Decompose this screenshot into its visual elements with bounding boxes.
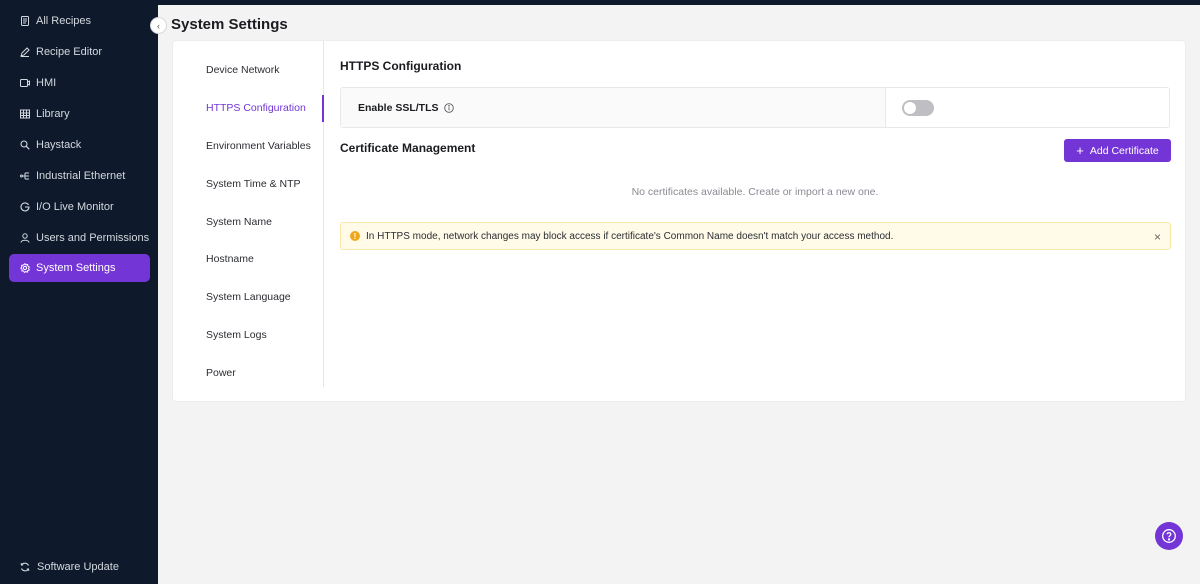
sidebar-item-hmi[interactable]: HMI <box>9 69 150 97</box>
pencil-icon <box>20 47 30 57</box>
sidebar-item-label: Industrial Ethernet <box>36 170 126 182</box>
warning-icon: ! <box>350 231 360 241</box>
warning-text: In HTTPS mode, network changes may block… <box>366 230 894 242</box>
sidebar: All Recipes Recipe Editor HMI Library Ha… <box>0 0 158 584</box>
sidebar-item-label: HMI <box>36 77 57 89</box>
https-section-title: HTTPS Configuration <box>340 59 462 73</box>
sidebar-item-industrial-ethernet[interactable]: Industrial Ethernet <box>9 162 150 190</box>
sidebar-item-library[interactable]: Library <box>9 100 150 128</box>
refresh-icon <box>20 562 30 572</box>
sidebar-item-label: Users and Permissions <box>36 232 150 244</box>
sidebar-item-recipe-editor[interactable]: Recipe Editor <box>9 38 150 66</box>
subnav-item-system-time-ntp[interactable]: System Time & NTP <box>206 178 301 190</box>
sidebar-item-label: System Settings <box>36 262 116 274</box>
help-button[interactable] <box>1155 522 1183 550</box>
subnav-item-environment-variables[interactable]: Environment Variables <box>206 140 311 152</box>
software-update-button[interactable]: Software Update <box>9 553 150 581</box>
add-certificate-button[interactable]: + Add Certificate <box>1064 139 1171 162</box>
ssl-label-cell: Enable SSL/TLS <box>341 88 886 127</box>
sidebar-item-label: All Recipes <box>36 15 92 27</box>
subnav-active-indicator <box>322 95 324 122</box>
search-icon <box>20 140 30 150</box>
plus-icon: + <box>1076 143 1084 158</box>
toggle-knob <box>904 101 916 114</box>
software-update-label: Software Update <box>37 561 119 573</box>
ssl-toggle[interactable] <box>902 99 934 116</box>
settings-card: Device Network HTTPS Configuration Envir… <box>172 40 1186 402</box>
subnav-item-https-configuration[interactable]: HTTPS Configuration <box>206 102 306 114</box>
close-icon[interactable]: × <box>1154 230 1161 244</box>
top-bar <box>158 0 1200 5</box>
subnav-item-system-logs[interactable]: System Logs <box>206 329 267 341</box>
page-title: System Settings <box>171 16 288 33</box>
gear-icon <box>20 263 30 273</box>
https-warning-alert: ! In HTTPS mode, network changes may blo… <box>340 222 1171 250</box>
gauge-icon <box>20 202 30 212</box>
collapse-sidebar-button[interactable]: ‹ <box>150 17 167 34</box>
info-icon[interactable] <box>443 102 454 113</box>
subnav-item-power[interactable]: Power <box>206 367 236 379</box>
sidebar-item-label: Recipe Editor <box>36 46 103 58</box>
sidebar-item-users-and-permissions[interactable]: Users and Permissions <box>9 224 150 252</box>
chevron-left-icon: ‹ <box>157 20 160 31</box>
sidebar-item-label: I/O Live Monitor <box>36 201 114 213</box>
sidebar-item-label: Library <box>36 108 70 120</box>
empty-certificates-text: No certificates available. Create or imp… <box>631 186 879 198</box>
network-icon <box>20 171 30 181</box>
user-icon <box>20 233 30 243</box>
sidebar-item-label: Haystack <box>36 139 82 151</box>
settings-subnav: Device Network HTTPS Configuration Envir… <box>173 41 324 387</box>
ssl-setting-row: Enable SSL/TLS <box>340 87 1170 128</box>
monitor-icon <box>20 78 30 88</box>
sidebar-item-system-settings[interactable]: System Settings <box>9 254 150 282</box>
ssl-label: Enable SSL/TLS <box>358 101 439 114</box>
certificate-management-title: Certificate Management <box>340 141 476 155</box>
grid-icon <box>20 109 30 119</box>
subnav-item-system-name[interactable]: System Name <box>206 216 272 228</box>
document-icon <box>20 16 30 26</box>
subnav-item-hostname[interactable]: Hostname <box>206 253 254 265</box>
subnav-item-system-language[interactable]: System Language <box>206 291 291 303</box>
sidebar-item-haystack[interactable]: Haystack <box>9 131 150 159</box>
add-certificate-label: Add Certificate <box>1089 144 1159 157</box>
sidebar-item-all-recipes[interactable]: All Recipes <box>9 7 150 35</box>
sidebar-item-io-live-monitor[interactable]: I/O Live Monitor <box>9 193 150 221</box>
ssl-toggle-cell <box>886 88 1169 127</box>
subnav-item-device-network[interactable]: Device Network <box>206 64 280 76</box>
question-icon <box>1162 529 1176 543</box>
